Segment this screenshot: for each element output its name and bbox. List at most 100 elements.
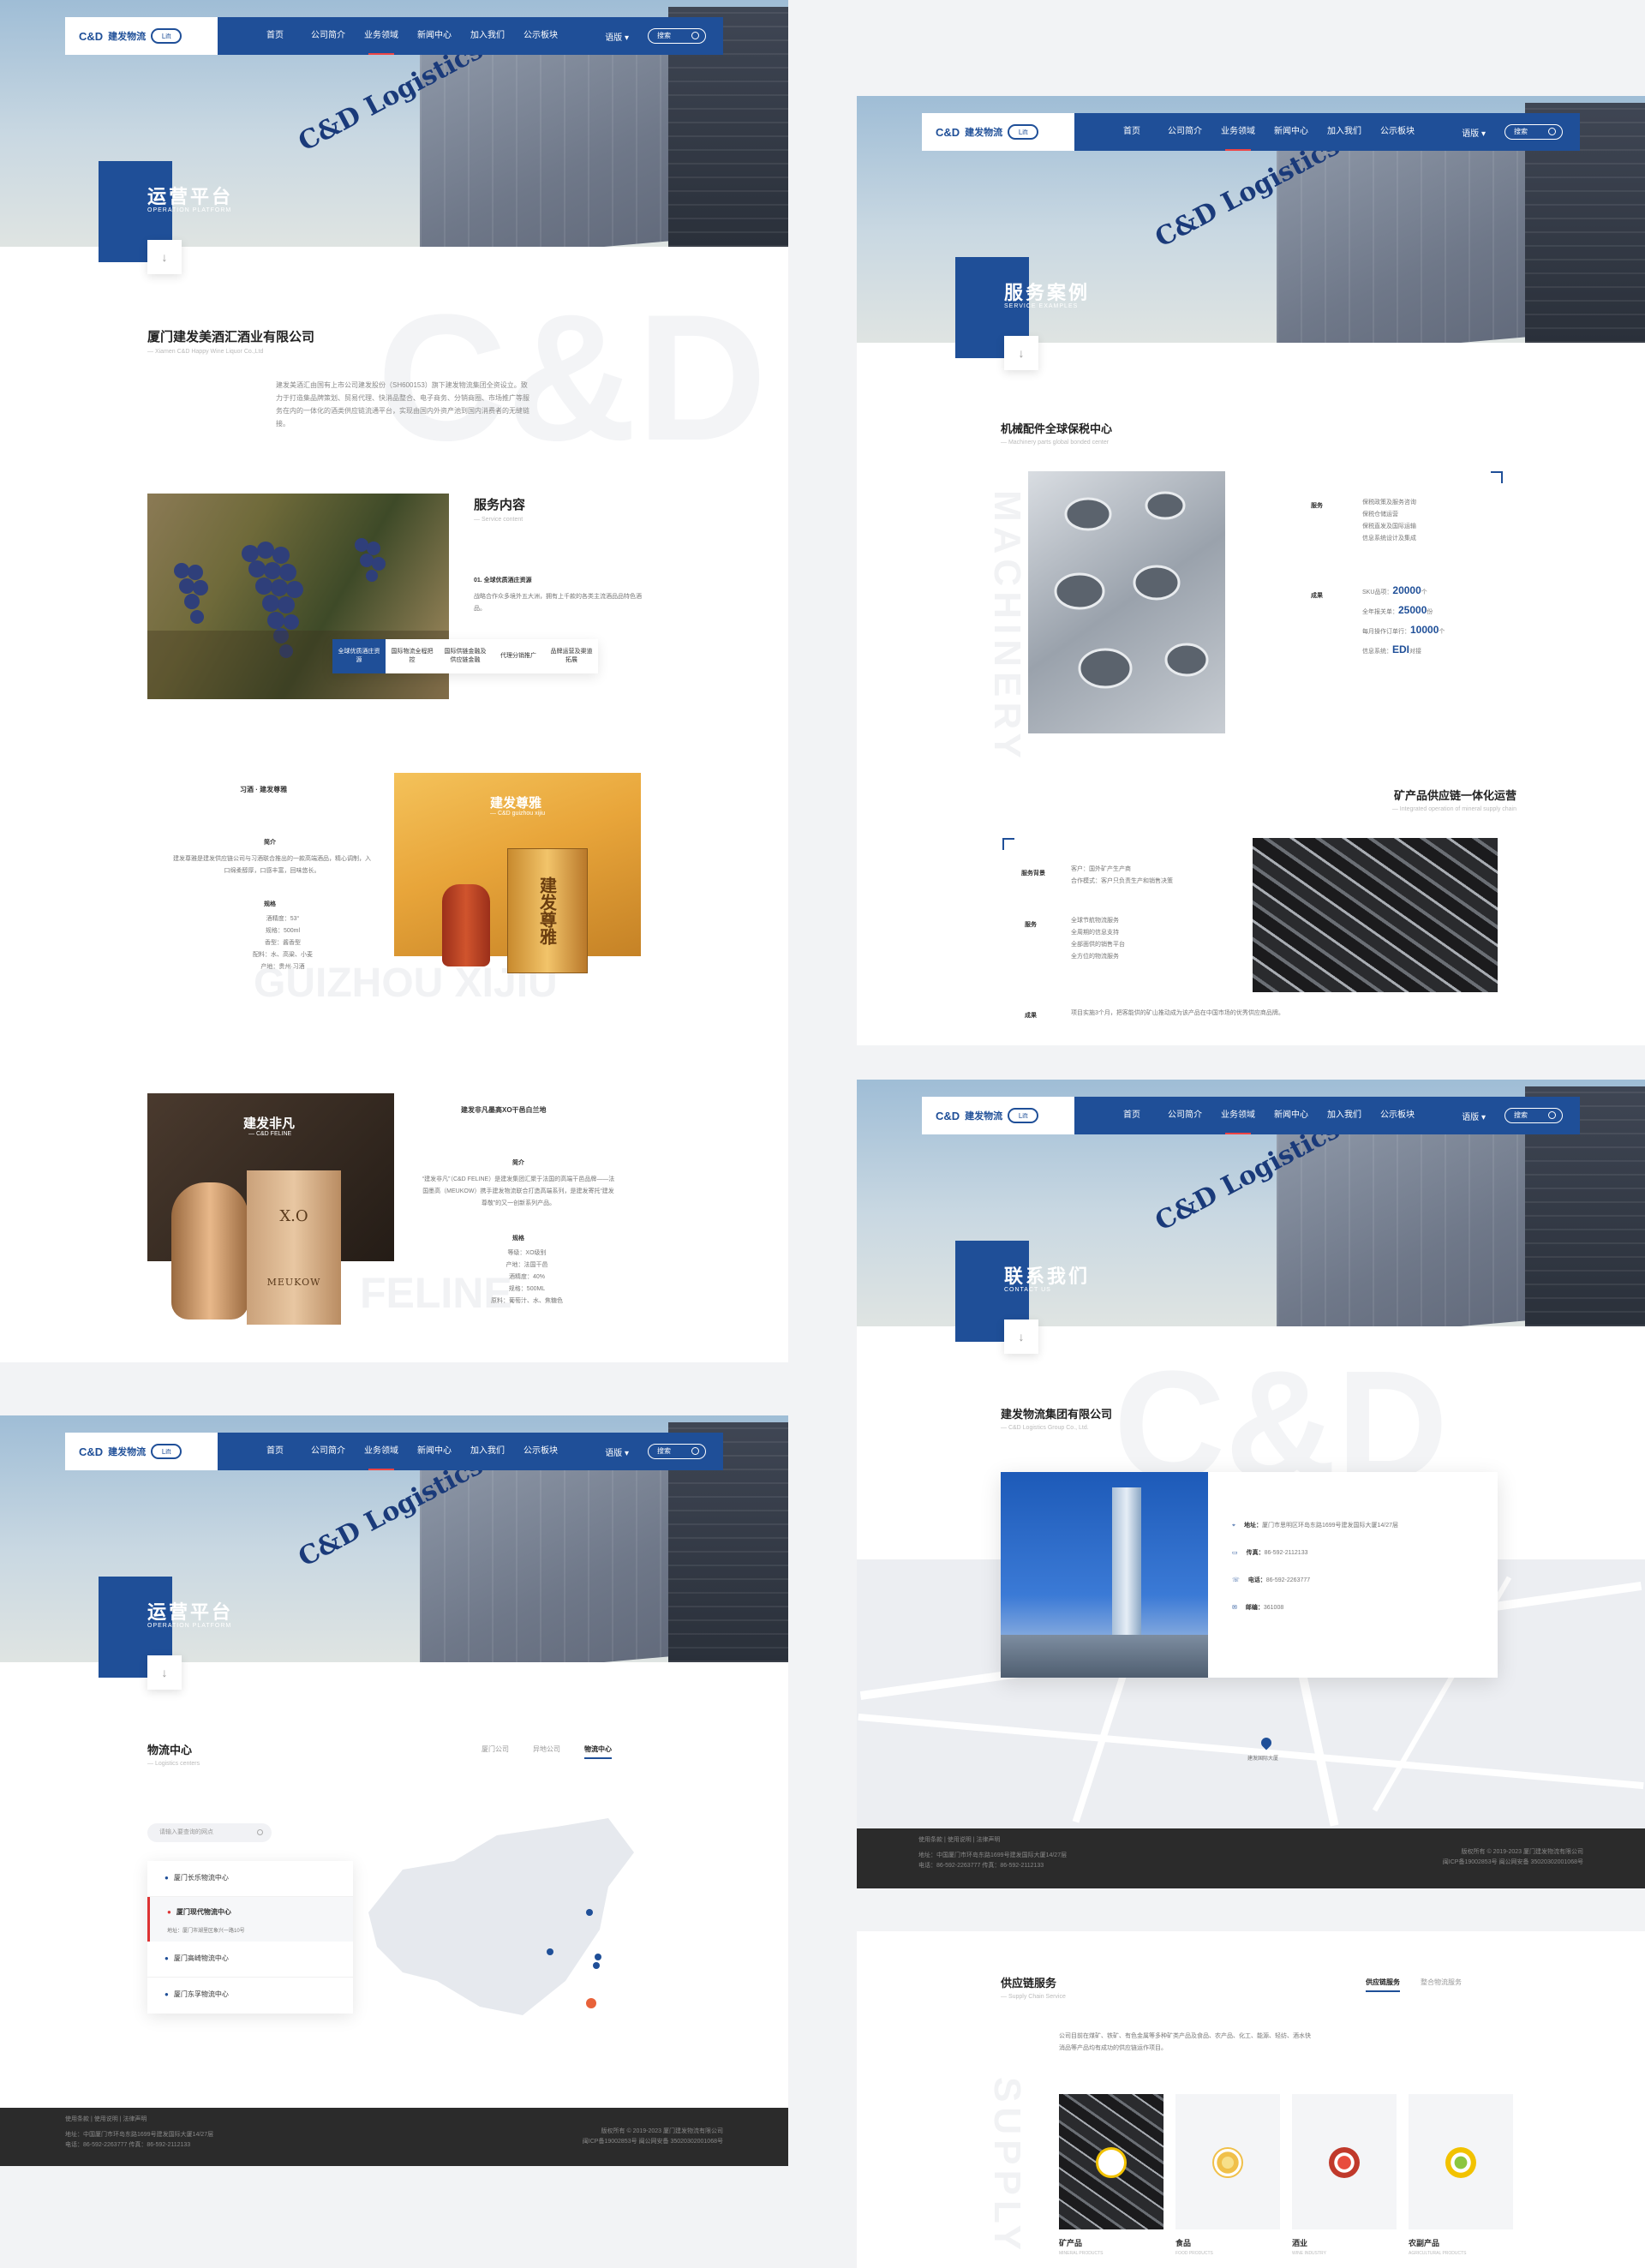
scroll-down-button[interactable]: ↓ xyxy=(147,240,182,274)
nav-news[interactable]: 新闻中心 xyxy=(1265,113,1318,151)
tab-global-wineries[interactable]: 全球优质酒庄资源 xyxy=(332,639,386,673)
nav-notice[interactable]: 公示板块 xyxy=(514,17,567,55)
nav-home[interactable]: 首页 xyxy=(248,17,302,55)
nav-home[interactable]: 首页 xyxy=(248,1433,302,1470)
tab-supply-finance[interactable]: 国际供链金融及供应链金融 xyxy=(439,639,492,673)
tab-integrated-logistics[interactable]: 整合物流服务 xyxy=(1421,1978,1462,1992)
location-icon: ⌖ xyxy=(1232,1523,1235,1529)
card-mineral[interactable]: 矿产品 MINERAL PRODUCTS xyxy=(1059,2094,1163,2256)
center-search[interactable]: 请输入要查询的网点 xyxy=(147,1823,272,1842)
nav-news[interactable]: 新闻中心 xyxy=(1265,1097,1318,1134)
language-select[interactable]: 语版 ▾ xyxy=(1462,126,1486,139)
panel-contact: C&D Logistics C&D 建发物流 Lift 首页 公司简介 业务领域 新闻中心… xyxy=(857,1080,1645,1888)
card-food[interactable]: 食品 FOOD PRODUCTS xyxy=(1175,2094,1280,2256)
footer-link-guide[interactable]: 使用说明 xyxy=(94,2116,118,2122)
language-select[interactable]: 语版 ▾ xyxy=(605,1445,629,1458)
nav-join[interactable]: 加入我们 xyxy=(461,1433,514,1470)
section-subtitle: — Logistics centers xyxy=(147,1761,200,1767)
wine2-banner-title: 建发非凡 xyxy=(243,1116,296,1131)
nav-notice[interactable]: 公示板块 xyxy=(1371,1097,1424,1134)
footer-link-legal[interactable]: 法律声明 xyxy=(123,2116,147,2122)
nav-business[interactable]: 业务领域 xyxy=(1211,1097,1265,1134)
company-name-en: — C&D Logistics Group Co., Ltd. xyxy=(1001,1425,1089,1431)
search-input[interactable]: 搜索 xyxy=(648,1444,706,1459)
search-icon xyxy=(257,1829,263,1835)
nav-join[interactable]: 加入我们 xyxy=(461,17,514,55)
tab-xiamen-company[interactable]: 厦门公司 xyxy=(482,1744,509,1759)
scroll-down-button[interactable]: ↓ xyxy=(147,1655,182,1690)
company-name: 建发物流集团有限公司 xyxy=(1001,1408,1113,1421)
wine1-banner-sub: — C&D guizhou xijiu xyxy=(490,811,546,817)
watermark-machinery: MACHINERY xyxy=(986,490,1028,763)
map-pin-icon[interactable] xyxy=(1259,1735,1274,1750)
search-input[interactable]: 搜索 xyxy=(648,28,706,44)
scroll-down-button[interactable]: ↓ xyxy=(1004,336,1038,370)
top-nav: C&D 建发物流 Lift 首页 公司简介 业务领域 新闻中心 加入我们 公示板块 语版 ▾ … xyxy=(65,17,723,55)
pin-icon: ● xyxy=(164,1954,169,1962)
list-item[interactable]: ● 厦门高崎物流中心 xyxy=(147,1942,353,1978)
top-nav: C&D 建发物流 Lift 首页 公司简介 业务领域 新闻中心 加入我们 公示板块 语版 ▾ … xyxy=(65,1433,723,1470)
fax-icon: ▭ xyxy=(1232,1550,1238,1556)
service-list: 保税政策及服务咨询 保税仓储运营 保税直发及国际运输 信息系统设计及集成 xyxy=(1362,500,1416,542)
list-item-active[interactable]: ● 厦门现代物流中心 地址：厦门市湖里区象兴一路10号 xyxy=(147,1897,353,1942)
watermark-logo: C&D xyxy=(377,277,767,478)
case1-title: 机械配件全球保税中心 xyxy=(1001,422,1113,435)
nav-home[interactable]: 首页 xyxy=(1105,113,1158,151)
nav-business[interactable]: 业务领域 xyxy=(355,1433,408,1470)
tower-image xyxy=(1001,1472,1208,1678)
scroll-down-button[interactable]: ↓ xyxy=(1004,1320,1038,1354)
list-item[interactable]: ● 厦门长乐物流中心 xyxy=(147,1861,353,1897)
contact-card: ⌖ 地址：厦门市思明区环岛东路1699号建发国际大厦14/27层 ▭ 传真：86-5… xyxy=(1001,1472,1498,1678)
label-service: 服务 xyxy=(1311,503,1323,509)
search-input[interactable]: 搜索 xyxy=(1504,1108,1563,1123)
service-item: 01. 全球优质酒庄资源 xyxy=(474,577,532,583)
machinery-image xyxy=(1028,471,1225,733)
footer-link-guide[interactable]: 使用说明 xyxy=(948,1837,972,1843)
wine2-title: 建发非凡墨高XO干邑白兰地 xyxy=(461,1106,547,1114)
company-name-en: — Xiamen C&D Happy Wine Liquor Co.,Ltd xyxy=(147,349,264,355)
card-agriculture[interactable]: 农副产品 AGRICULTURAL PRODUCTS xyxy=(1409,2094,1513,2256)
search-input[interactable]: 搜索 xyxy=(1504,124,1563,140)
map-pin-label: 建发国际大厦 xyxy=(1247,1756,1279,1762)
tab-remote-company[interactable]: 异地公司 xyxy=(533,1744,560,1759)
language-select[interactable]: 语版 ▾ xyxy=(1462,1110,1486,1122)
tab-logistics-control[interactable]: 国际物流全程把控 xyxy=(386,639,439,673)
tab-logistics-center[interactable]: 物流中心 xyxy=(584,1744,612,1759)
footer-link-terms[interactable]: 使用条款 xyxy=(918,1837,942,1843)
nav-home[interactable]: 首页 xyxy=(1105,1097,1158,1134)
pin-icon: ● xyxy=(164,1990,169,1998)
nav-notice[interactable]: 公示板块 xyxy=(1371,113,1424,151)
card-wine[interactable]: 酒业 WINE INDUSTRY xyxy=(1292,2094,1397,2256)
nav-join[interactable]: 加入我们 xyxy=(1318,113,1371,151)
footer-link-terms[interactable]: 使用条款 xyxy=(65,2116,89,2122)
tab-supply-chain[interactable]: 供应链服务 xyxy=(1366,1978,1400,1992)
nav-about[interactable]: 公司简介 xyxy=(302,17,355,55)
logo[interactable]: C&D 建发物流 Lift xyxy=(922,1097,1074,1134)
wine1-spec-heading: 规格 xyxy=(264,901,276,907)
nav-business[interactable]: 业务领域 xyxy=(1211,113,1265,151)
nav-business[interactable]: 业务领域 xyxy=(355,17,408,55)
tab-brand-operation[interactable]: 品牌运营及渠道拓展 xyxy=(545,639,598,673)
nav-about[interactable]: 公司简介 xyxy=(1158,1097,1211,1134)
language-select[interactable]: 语版 ▾ xyxy=(605,30,629,43)
top-nav: C&D 建发物流 Lift 首页 公司简介 业务领域 新闻中心 加入我们 公示板块 语版 ▾ … xyxy=(922,113,1580,151)
nav-news[interactable]: 新闻中心 xyxy=(408,17,461,55)
logo[interactable]: C&D 建发物流 Lift xyxy=(922,113,1074,151)
footer-link-legal[interactable]: 法律声明 xyxy=(976,1837,1000,1843)
logo[interactable]: C&D 建发物流 Lift xyxy=(65,17,218,55)
nav-about[interactable]: 公司简介 xyxy=(302,1433,355,1470)
nav-news[interactable]: 新闻中心 xyxy=(408,1433,461,1470)
wine-icon xyxy=(1329,2147,1360,2178)
pin-icon: ● xyxy=(167,1908,171,1916)
page-title: 运营平台 xyxy=(147,1601,234,1623)
panel-operation-wine: C&D Logistics C&D 建发物流 Lift 首页 公司简介 业务领域 新闻中心… xyxy=(0,0,788,1362)
nav-notice[interactable]: 公示板块 xyxy=(514,1433,567,1470)
china-map[interactable] xyxy=(351,1810,643,2041)
logo[interactable]: C&D 建发物流 Lift xyxy=(65,1433,218,1470)
nav-about[interactable]: 公司简介 xyxy=(1158,113,1211,151)
case1-subtitle: — Machinery parts global bonded center xyxy=(1001,440,1110,446)
nav-join[interactable]: 加入我们 xyxy=(1318,1097,1371,1134)
list-item[interactable]: ● 厦门东孚物流中心 xyxy=(147,1978,353,2014)
wine1-banner-title: 建发尊雅 xyxy=(490,796,542,811)
tab-distribution[interactable]: 代理分销推广 xyxy=(492,639,545,673)
